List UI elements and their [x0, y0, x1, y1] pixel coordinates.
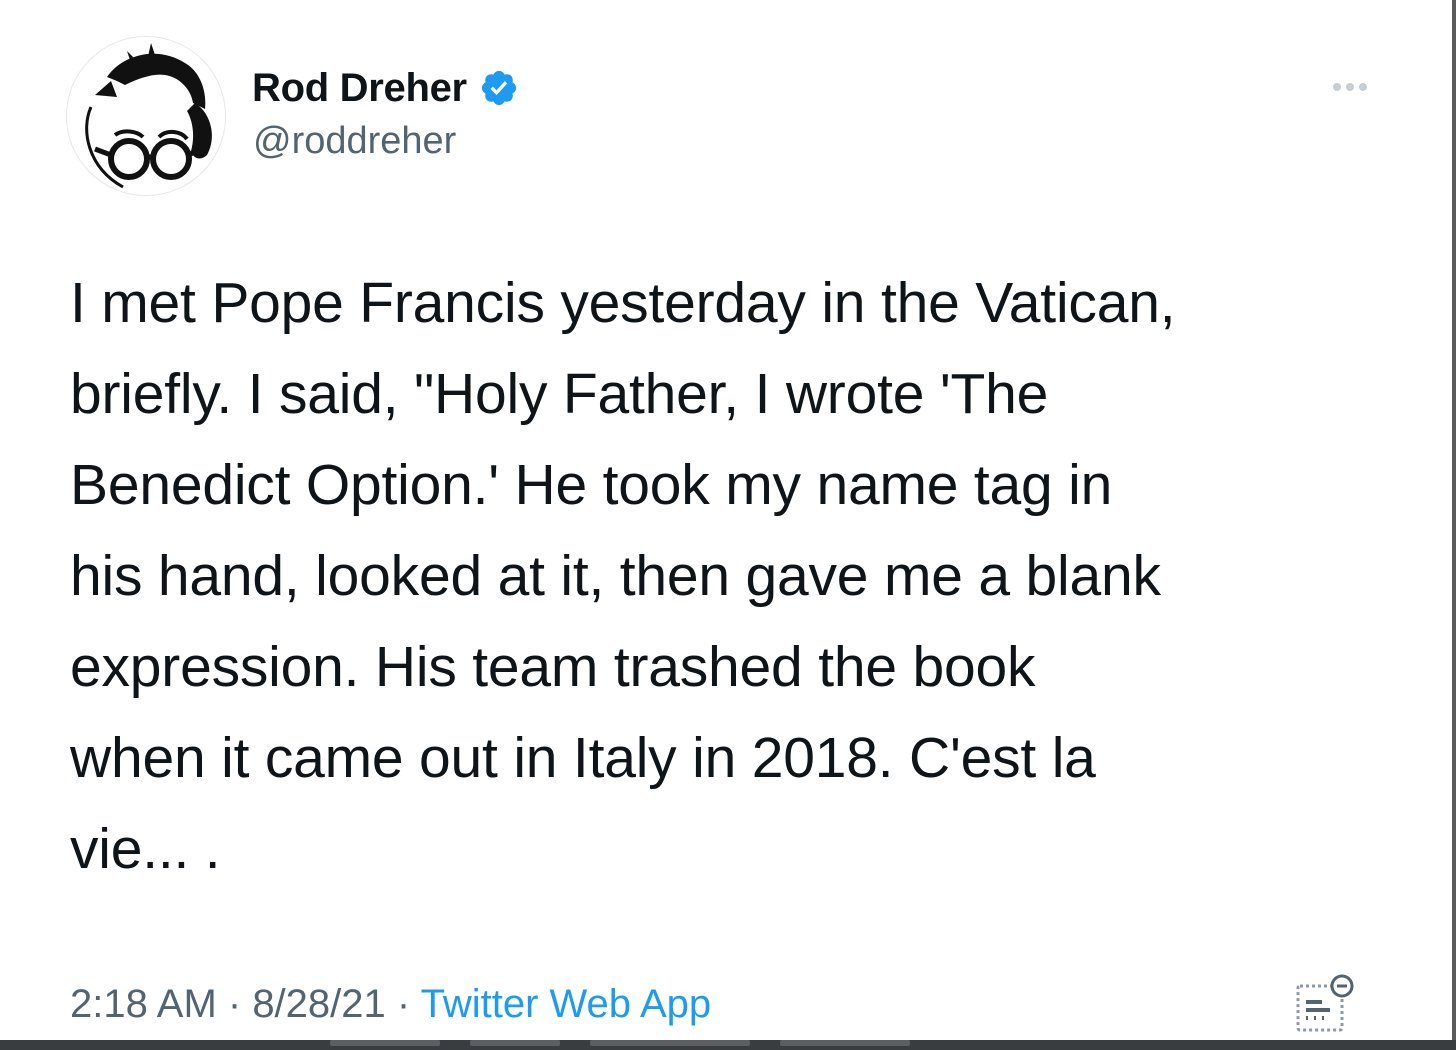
tweet-metadata: 2:18 AM · 8/28/21 · Twitter Web App [70, 976, 711, 1032]
underlying-text-shadow [330, 1038, 970, 1048]
more-dot [1333, 83, 1341, 91]
ghost-text-block [780, 1040, 910, 1046]
more-dot [1359, 83, 1367, 91]
tweet-source-link[interactable]: Twitter Web App [421, 982, 712, 1026]
more-options-icon[interactable] [1318, 72, 1382, 102]
ghost-text-block [470, 1040, 560, 1046]
author-handle[interactable]: @roddreher [253, 120, 456, 163]
more-dot [1346, 83, 1354, 91]
avatar[interactable] [66, 36, 226, 196]
tweet-time[interactable]: 2:18 AM [70, 982, 217, 1026]
meta-separator: · [385, 982, 421, 1026]
author-display-name[interactable]: Rod Dreher [252, 66, 467, 111]
tweet-date[interactable]: 8/28/21 [252, 982, 385, 1026]
window-edge-bottom [0, 1040, 1456, 1050]
verified-badge-icon [481, 70, 516, 106]
tweet-text: I met Pope Francis yesterday in the Vati… [70, 271, 1176, 881]
ghost-text-block [330, 1040, 440, 1046]
tweet-analytics-icon[interactable] [1292, 972, 1358, 1036]
meta-separator: · [216, 982, 253, 1026]
tweet-card: Rod Dreher @roddreher I met Pope Francis… [0, 0, 1450, 1040]
author-name-row[interactable]: Rod Dreher [252, 64, 519, 112]
avatar-caricature-icon [67, 37, 225, 195]
window-edge-right [1452, 0, 1456, 1050]
ghost-text-block [590, 1040, 750, 1046]
